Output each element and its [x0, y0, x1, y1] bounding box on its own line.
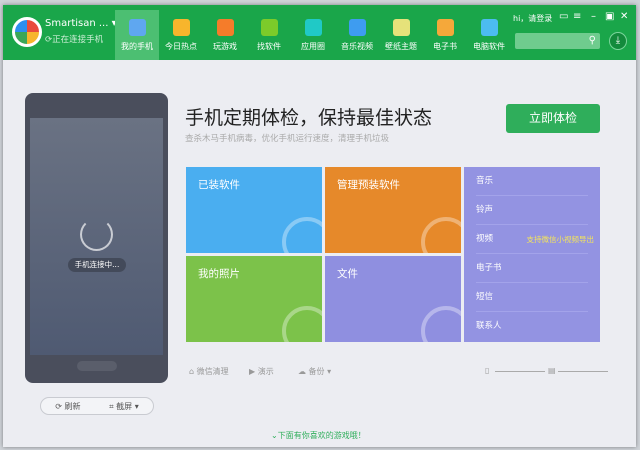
phone-screen: 手机连接中... — [30, 118, 163, 355]
sd-storage-icon: ▤ — [548, 366, 556, 375]
status-text: 正在连接手机 — [52, 35, 104, 45]
list-item[interactable]: 音乐 — [476, 167, 588, 196]
tile-label: 我的照片 — [198, 268, 240, 280]
device-name: Smartisan ... — [45, 18, 109, 29]
login-link[interactable]: hi，请登录 — [513, 13, 552, 24]
connection-status: ⟳正在连接手机 — [45, 35, 104, 45]
list-item[interactable]: 短信 — [476, 283, 588, 312]
list-item[interactable]: 联系人 — [476, 312, 588, 341]
nav-item[interactable]: 音乐视频 — [335, 10, 379, 60]
tile-label: 管理预装软件 — [337, 179, 400, 191]
phone-storage-icon: ▯ — [485, 366, 490, 375]
list-item[interactable]: 电子书 — [476, 254, 588, 283]
games-link-label: 下面有你喜欢的游戏哦！ — [277, 431, 366, 440]
loading-spinner — [80, 218, 113, 251]
wechat-clean-label: 微信清理 — [196, 367, 229, 376]
nav-icon — [216, 19, 234, 36]
list-label: 铃声 — [476, 205, 494, 215]
page-title: 手机定期体检，保持最佳状态 — [185, 107, 433, 129]
feature-tile[interactable]: 文件 — [325, 256, 461, 342]
games-link[interactable]: ⌄下面有你喜欢的游戏哦！ — [271, 430, 366, 441]
screenshot-button[interactable]: ⌗ 截屏 ▾ — [109, 401, 139, 412]
tile-icon — [421, 306, 461, 342]
header: Smartisan ... ▾ ⟳正在连接手机 我的手机 今日热点 玩游戏 找软件 应用… — [3, 5, 636, 60]
nav-label: 壁纸主题 — [385, 42, 417, 51]
list-label: 电子书 — [476, 263, 502, 273]
nav-icon — [392, 19, 410, 36]
nav-label: 找软件 — [257, 42, 281, 51]
wechat-clean-button[interactable]: ⌂ 微信清理 — [189, 366, 229, 377]
backup-button[interactable]: ☁ 备份 ▾ — [298, 366, 331, 377]
nav-item[interactable]: 找软件 — [247, 10, 291, 60]
nav-label: 应用圈 — [301, 42, 325, 51]
nav-item[interactable]: 电脑软件 — [467, 10, 511, 60]
nav-item[interactable]: 今日热点 — [159, 10, 203, 60]
search-icon[interactable]: ⚲ — [589, 35, 596, 46]
nav-item[interactable]: 应用圈 — [291, 10, 335, 60]
nav-icon — [480, 19, 498, 36]
list-label: 音乐 — [476, 176, 494, 186]
tile-label: 已装软件 — [198, 179, 240, 191]
feature-tile[interactable]: 已装软件 — [186, 167, 322, 253]
nav-item[interactable]: 电子书 — [423, 10, 467, 60]
menu-icon[interactable]: ≡ — [573, 11, 581, 22]
close-button[interactable]: ✕ — [620, 11, 628, 22]
nav-icon — [128, 19, 146, 36]
list-label: 短信 — [476, 292, 494, 302]
app-window: Smartisan ... ▾ ⟳正在连接手机 我的手机 今日热点 玩游戏 找软件 应用… — [3, 5, 636, 447]
device-selector[interactable]: Smartisan ... ▾ — [45, 18, 117, 29]
refresh-label: 刷新 — [64, 401, 81, 411]
nav-item[interactable]: 玩游戏 — [203, 10, 247, 60]
refresh-button[interactable]: ⟳ 刷新 — [55, 401, 80, 412]
list-item[interactable]: 视频 支持微信小视频导出 — [476, 225, 594, 254]
check-now-button[interactable]: 立即体检 — [506, 104, 600, 133]
nav-icon — [260, 19, 278, 36]
search-input[interactable]: ⚲ — [515, 33, 600, 49]
home-button — [77, 361, 117, 371]
app-logo — [12, 17, 42, 47]
demo-button[interactable]: ▶ 演示 — [249, 366, 274, 377]
nav-label: 玩游戏 — [213, 42, 237, 51]
media-list: 音乐铃声视频 支持微信小视频导出电子书短信联系人 — [464, 167, 600, 342]
tile-label: 文件 — [337, 268, 358, 280]
connecting-label: 手机连接中... — [68, 258, 126, 272]
nav-label: 电子书 — [433, 42, 457, 51]
list-item[interactable]: 铃声 — [476, 196, 588, 225]
nav-label: 我的手机 — [121, 42, 153, 51]
maximize-button[interactable]: ▣ — [605, 11, 614, 22]
tile-icon — [282, 306, 322, 342]
phone-storage-bar — [495, 371, 545, 372]
list-label: 视频 — [476, 234, 494, 244]
feedback-icon[interactable]: ▭ — [559, 11, 568, 22]
feature-tile[interactable]: 管理预装软件 — [325, 167, 461, 253]
demo-label: 演示 — [257, 367, 274, 376]
nav-icon — [348, 19, 366, 36]
nav-icon — [436, 19, 454, 36]
nav-label: 音乐视频 — [341, 42, 373, 51]
tile-icon — [421, 217, 461, 253]
main-nav: 我的手机 今日热点 玩游戏 找软件 应用圈 音乐视频 壁纸主题 电子书 电脑软件 — [115, 10, 511, 60]
nav-label: 今日热点 — [165, 42, 197, 51]
nav-icon — [172, 19, 190, 36]
download-icon[interactable]: ⤓ — [609, 32, 627, 50]
nav-icon — [304, 19, 322, 36]
screenshot-label: 截屏 — [116, 401, 133, 411]
tile-icon — [282, 217, 322, 253]
feature-tile[interactable]: 我的照片 — [186, 256, 322, 342]
nav-item[interactable]: 壁纸主题 — [379, 10, 423, 60]
minimize-button[interactable]: – — [591, 11, 596, 22]
nav-label: 电脑软件 — [473, 42, 505, 51]
phone-preview: 手机连接中... — [25, 93, 168, 383]
list-label: 联系人 — [476, 321, 502, 331]
list-badge: 支持微信小视频导出 — [526, 235, 595, 244]
page-subtitle: 查杀木马手机病毒，优化手机运行速度，清理手机垃圾 — [185, 134, 390, 144]
sd-storage-bar — [558, 371, 608, 372]
backup-label: 备份 — [308, 367, 325, 376]
phone-actions: ⟳ 刷新 ⌗ 截屏 ▾ — [40, 397, 154, 415]
nav-item[interactable]: 我的手机 — [115, 10, 159, 60]
